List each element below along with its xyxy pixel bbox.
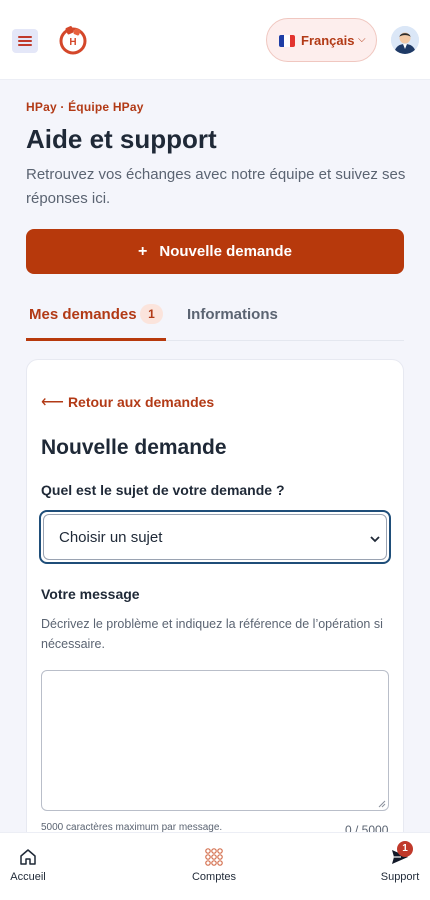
- user-avatar-icon[interactable]: [391, 26, 419, 54]
- language-label: Français: [301, 33, 355, 48]
- subject-label: Quel est le sujet de votre demande ?: [41, 482, 285, 498]
- top-bar: H Français ⌵: [0, 0, 430, 80]
- flag-fr-icon: [279, 35, 295, 47]
- nav-home-label: Accueil: [10, 871, 46, 883]
- message-textarea[interactable]: [41, 670, 389, 811]
- message-label: Votre message: [41, 586, 140, 602]
- new-request-card: ⟵ Retour aux demandes Nouvelle demande Q…: [26, 359, 404, 879]
- subject-select-value: Choisir un sujet: [59, 529, 163, 546]
- subject-select[interactable]: Choisir un sujet: [43, 514, 387, 560]
- support-badge: 1: [397, 841, 413, 857]
- hpay-logo-icon[interactable]: H: [57, 24, 89, 56]
- bottom-navigation: Accueil Comptes 1 Support: [0, 832, 430, 900]
- nav-support[interactable]: 1 Support: [380, 841, 420, 883]
- svg-text:H: H: [69, 37, 76, 48]
- arrow-left-icon: ⟵: [41, 394, 64, 411]
- subject-select-focus-ring: Choisir un sujet: [39, 510, 391, 564]
- resize-handle-icon[interactable]: [378, 800, 386, 808]
- tab-my-requests[interactable]: Mes demandes 1: [26, 296, 166, 341]
- tab-informations[interactable]: Informations: [187, 306, 278, 323]
- nav-accounts[interactable]: Comptes: [191, 847, 237, 883]
- page-subtitle: Retrouvez vos échanges avec notre équipe…: [26, 166, 406, 207]
- chevron-down-icon: ⌵: [358, 34, 366, 45]
- plus-icon: +: [138, 242, 148, 260]
- home-icon: [20, 849, 36, 865]
- language-selector[interactable]: Français ⌵: [266, 18, 377, 62]
- message-help-text: Décrivez le problème et indiquez la réfé…: [41, 617, 383, 651]
- back-link-label: Retour aux demandes: [67, 394, 215, 410]
- nav-home[interactable]: Accueil: [10, 847, 46, 883]
- breadcrumb: HPay · Équipe HPay: [26, 100, 144, 114]
- form-title: Nouvelle demande: [41, 436, 227, 459]
- tab-my-requests-label: Mes demandes: [29, 306, 137, 323]
- back-to-requests-link[interactable]: ⟵ Retour aux demandes: [41, 392, 214, 412]
- new-request-label: Nouvelle demande: [159, 243, 292, 260]
- new-request-button[interactable]: + Nouvelle demande: [26, 229, 404, 274]
- nav-accounts-label: Comptes: [191, 871, 237, 883]
- chevron-down-icon: [370, 536, 380, 543]
- hamburger-icon[interactable]: [12, 29, 38, 53]
- page-title: Aide et support: [26, 124, 217, 154]
- tabs: Mes demandes 1 Informations: [26, 296, 404, 341]
- requests-count-badge: 1: [140, 304, 163, 324]
- nav-support-label: Support: [380, 871, 420, 883]
- accounts-grid-icon: [205, 848, 223, 866]
